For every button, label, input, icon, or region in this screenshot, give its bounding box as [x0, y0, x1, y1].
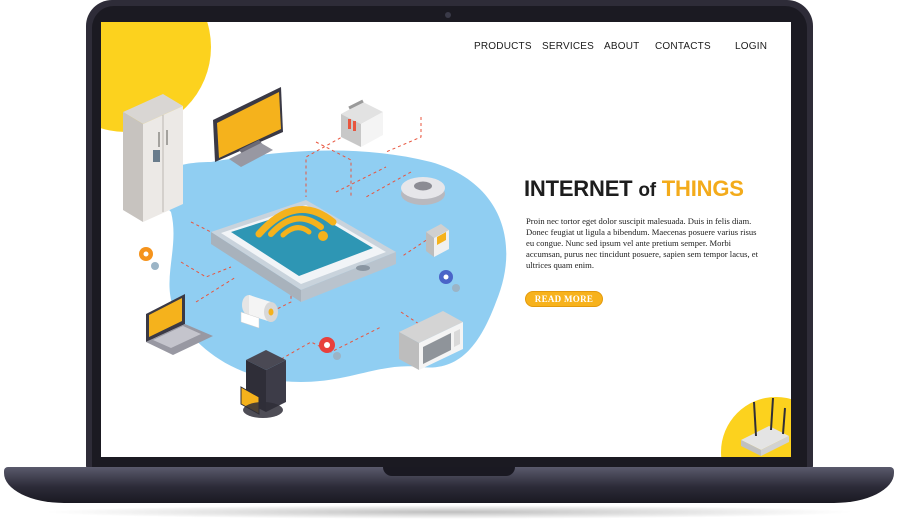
- toaster-icon: [341, 99, 383, 147]
- robot-vacuum-icon: [401, 177, 445, 205]
- webcam-icon: [445, 12, 451, 18]
- laptop-notch: [383, 467, 515, 476]
- read-more-button[interactable]: READ MORE: [525, 291, 603, 307]
- title-internet: INTERNET: [524, 176, 633, 201]
- title-of: of: [638, 180, 656, 201]
- gear-icon: [139, 247, 159, 270]
- hero-title: INTERNET of THINGS: [524, 176, 744, 202]
- hero-description: Proin nec tortor eget dolor suscipit mal…: [526, 216, 758, 270]
- router-icon: [741, 397, 789, 456]
- laptop-shadow: [40, 505, 858, 519]
- refrigerator-icon: [123, 94, 183, 222]
- landing-page-screen: PRODUCTS SERVICES ABOUT CONTACTS LOGIN I…: [101, 22, 791, 457]
- coffee-maker-icon: [240, 350, 286, 418]
- title-things: THINGS: [661, 176, 744, 201]
